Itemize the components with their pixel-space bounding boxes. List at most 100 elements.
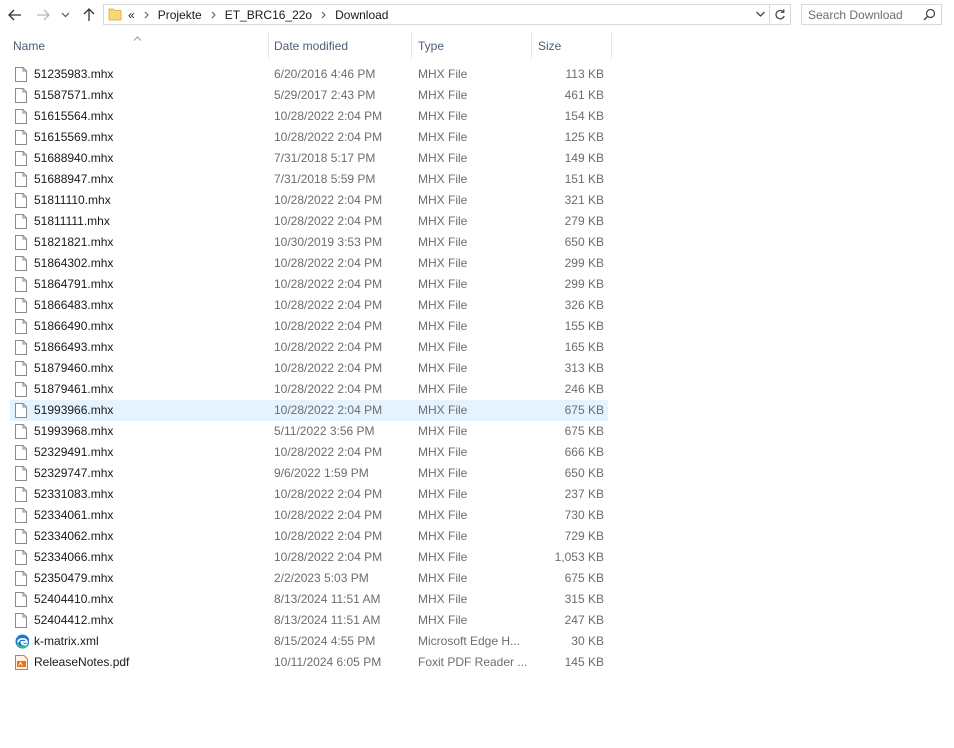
search-icon[interactable] xyxy=(923,8,936,24)
file-type: MHX File xyxy=(418,319,468,333)
file-name: 51879461.mhx xyxy=(34,382,114,396)
breadcrumb-overflow[interactable]: « xyxy=(128,8,135,22)
file-size: 675 KB xyxy=(564,424,604,438)
file-row[interactable]: 51879461.mhx 10/28/2022 2:04 PM MHX File 24… xyxy=(10,379,608,400)
address-history-dropdown[interactable] xyxy=(755,8,766,24)
file-row[interactable]: 51811110.mhx 10/28/2022 2:04 PM MHX File 32… xyxy=(10,190,608,211)
breadcrumb-projekte[interactable]: Projekte xyxy=(158,8,202,22)
recent-locations-button[interactable] xyxy=(58,5,72,25)
file-size: 730 KB xyxy=(564,508,604,522)
file-row[interactable]: 52334062.mhx 10/28/2022 2:04 PM MHX File 72… xyxy=(10,526,608,547)
file-date-modified: 7/31/2018 5:59 PM xyxy=(274,172,376,186)
breadcrumb-et-brc16[interactable]: ET_BRC16_22o xyxy=(225,8,312,22)
file-row[interactable]: 52331083.mhx 10/28/2022 2:04 PM MHX File 23… xyxy=(10,484,608,505)
search-box[interactable] xyxy=(801,4,942,25)
forward-button[interactable] xyxy=(33,5,53,25)
file-row[interactable]: 51879460.mhx 10/28/2022 2:04 PM MHX File 31… xyxy=(10,358,608,379)
file-row[interactable]: 52329491.mhx 10/28/2022 2:04 PM MHX File 66… xyxy=(10,442,608,463)
file-size: 279 KB xyxy=(564,214,604,228)
search-input[interactable] xyxy=(808,6,920,23)
file-type: MHX File xyxy=(418,256,468,270)
refresh-button[interactable] xyxy=(770,4,791,25)
file-row[interactable]: 51235983.mhx 6/20/2016 4:46 PM MHX File 113… xyxy=(10,64,608,85)
file-name: 51879460.mhx xyxy=(34,361,114,375)
file-name: 51864302.mhx xyxy=(34,256,114,270)
up-button[interactable] xyxy=(79,5,99,25)
file-size: 145 KB xyxy=(564,655,604,669)
file-row[interactable]: 51811111.mhx 10/28/2022 2:04 PM MHX File 27… xyxy=(10,211,608,232)
file-row[interactable]: 52404410.mhx 8/13/2024 11:51 AM MHX File 31… xyxy=(10,589,608,610)
file-name: 52404412.mhx xyxy=(34,613,114,627)
column-header-size[interactable]: Size xyxy=(532,33,611,59)
file-name: 52334066.mhx xyxy=(34,550,114,564)
file-row[interactable]: ReleaseNotes.pdf 10/11/2024 6:05 PM Foxit … xyxy=(10,652,608,673)
address-bar[interactable]: « Projekte ET_BRC16_22o Download xyxy=(103,4,770,25)
chevron-right-icon[interactable] xyxy=(144,11,149,19)
column-divider[interactable] xyxy=(611,33,612,59)
file-date-modified: 9/6/2022 1:59 PM xyxy=(274,466,369,480)
file-size: 246 KB xyxy=(564,382,604,396)
file-row[interactable]: 52404412.mhx 8/13/2024 11:51 AM MHX File 24… xyxy=(10,610,608,631)
file-row[interactable]: 52350479.mhx 2/2/2023 5:03 PM MHX File 675 … xyxy=(10,568,608,589)
file-type: MHX File xyxy=(418,214,468,228)
file-row[interactable]: 52329747.mhx 9/6/2022 1:59 PM MHX File 650 … xyxy=(10,463,608,484)
breadcrumb-download[interactable]: Download xyxy=(335,8,388,22)
file-date-modified: 10/28/2022 2:04 PM xyxy=(274,403,383,417)
file-type: MHX File xyxy=(418,571,468,585)
up-arrow-icon xyxy=(83,8,95,21)
file-date-modified: 7/31/2018 5:17 PM xyxy=(274,151,376,165)
file-date-modified: 6/20/2016 4:46 PM xyxy=(274,67,376,81)
file-size: 237 KB xyxy=(564,487,604,501)
file-row[interactable]: 51993968.mhx 5/11/2022 3:56 PM MHX File 675… xyxy=(10,421,608,442)
file-size: 321 KB xyxy=(564,193,604,207)
file-row[interactable]: 52334061.mhx 10/28/2022 2:04 PM MHX File 73… xyxy=(10,505,608,526)
file-type: MHX File xyxy=(418,298,468,312)
file-row[interactable]: 51688940.mhx 7/31/2018 5:17 PM MHX File 149… xyxy=(10,148,608,169)
file-date-modified: 10/30/2019 3:53 PM xyxy=(274,235,383,249)
file-date-modified: 10/28/2022 2:04 PM xyxy=(274,550,383,564)
file-size: 315 KB xyxy=(564,592,604,606)
generic-file-icon xyxy=(15,277,29,292)
file-name: 51993966.mhx xyxy=(34,403,114,417)
file-row[interactable]: k-matrix.xml 8/15/2024 4:55 PM Microsoft E… xyxy=(10,631,608,652)
generic-file-icon xyxy=(15,88,29,103)
generic-file-icon xyxy=(15,256,29,271)
file-date-modified: 8/13/2024 11:51 AM xyxy=(274,613,381,627)
chevron-right-icon[interactable] xyxy=(211,11,216,19)
file-size: 299 KB xyxy=(564,277,604,291)
file-row[interactable]: 52334066.mhx 10/28/2022 2:04 PM MHX File 1,… xyxy=(10,547,608,568)
generic-file-icon xyxy=(15,571,29,586)
file-name: 51993968.mhx xyxy=(34,424,114,438)
file-type: MHX File xyxy=(418,277,468,291)
file-row[interactable]: 51993966.mhx 10/28/2022 2:04 PM MHX File 67… xyxy=(10,400,608,421)
file-size: 650 KB xyxy=(564,466,604,480)
chevron-right-icon[interactable] xyxy=(321,11,326,19)
file-row[interactable]: 51866493.mhx 10/28/2022 2:04 PM MHX File 16… xyxy=(10,337,608,358)
column-header-date-modified[interactable]: Date modified xyxy=(268,33,411,59)
file-row[interactable]: 51866483.mhx 10/28/2022 2:04 PM MHX File 32… xyxy=(10,295,608,316)
pdf-icon xyxy=(15,655,29,670)
file-row[interactable]: 51866490.mhx 10/28/2022 2:04 PM MHX File 15… xyxy=(10,316,608,337)
generic-file-icon xyxy=(15,529,29,544)
file-row[interactable]: 51688947.mhx 7/31/2018 5:59 PM MHX File 151… xyxy=(10,169,608,190)
chevron-down-icon xyxy=(61,12,69,18)
generic-file-icon xyxy=(15,382,29,397)
file-type: MHX File xyxy=(418,361,468,375)
file-name: 52334061.mhx xyxy=(34,508,114,522)
file-type: MHX File xyxy=(418,550,468,564)
file-row[interactable]: 51864302.mhx 10/28/2022 2:04 PM MHX File 29… xyxy=(10,253,608,274)
column-header-type[interactable]: Type xyxy=(412,33,531,59)
file-row[interactable]: 51615564.mhx 10/28/2022 2:04 PM MHX File 15… xyxy=(10,106,608,127)
back-button[interactable] xyxy=(5,5,25,25)
file-date-modified: 5/11/2022 3:56 PM xyxy=(274,424,375,438)
file-type: MHX File xyxy=(418,466,468,480)
file-size: 326 KB xyxy=(564,298,604,312)
file-row[interactable]: 51864791.mhx 10/28/2022 2:04 PM MHX File 29… xyxy=(10,274,608,295)
file-row[interactable]: 51615569.mhx 10/28/2022 2:04 PM MHX File 12… xyxy=(10,127,608,148)
refresh-icon xyxy=(775,9,785,20)
file-row[interactable]: 51821821.mhx 10/30/2019 3:53 PM MHX File 65… xyxy=(10,232,608,253)
generic-file-icon xyxy=(15,403,29,418)
file-date-modified: 10/28/2022 2:04 PM xyxy=(274,361,383,375)
file-row[interactable]: 51587571.mhx 5/29/2017 2:43 PM MHX File 461… xyxy=(10,85,608,106)
file-type: MHX File xyxy=(418,382,468,396)
